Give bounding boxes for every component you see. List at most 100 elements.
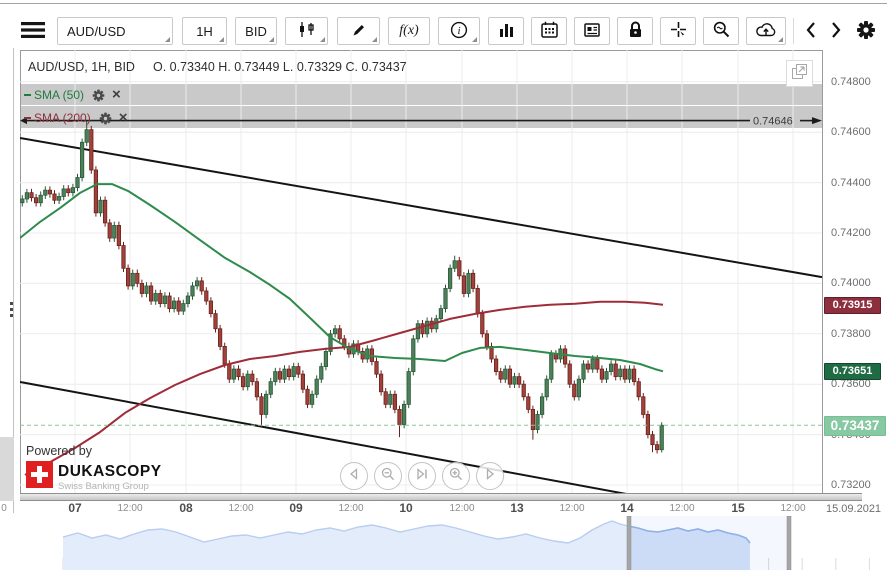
calendar-icon <box>540 21 558 41</box>
candlestick-chart-icon <box>298 21 316 41</box>
external-link-icon <box>790 62 809 86</box>
skip-end-icon <box>416 467 429 485</box>
zoom-out-small-button[interactable] <box>374 462 402 490</box>
time-tick: 0 <box>1 503 7 514</box>
time-tick: 12:00 <box>338 503 364 514</box>
price-tick: 0.74000 <box>831 277 871 290</box>
time-tick: 12:00 <box>117 503 143 514</box>
dukascopy-subtitle: Swiss Banking Group <box>58 481 149 492</box>
horizontal-price-line[interactable]: 0.74646 <box>20 116 822 128</box>
draw-tools-button[interactable] <box>337 17 380 45</box>
triangle-left-icon <box>348 467 360 485</box>
sma50-line-sample <box>24 94 31 96</box>
cloud-save-button[interactable] <box>746 17 786 45</box>
trading-chart-window: AUD/USD 1H BID f(x) i 0.74646 AUD/USD, 1… <box>0 0 887 570</box>
zoom-in-small-button[interactable] <box>442 462 470 490</box>
sma200-label: SMA (200) <box>34 111 91 125</box>
sma50-line[interactable] <box>20 183 664 373</box>
crosshair-button[interactable] <box>660 17 696 45</box>
time-tick: 13 <box>510 501 524 515</box>
time-tick: 08 <box>179 501 193 515</box>
news-button[interactable] <box>574 17 610 45</box>
instrument-selector[interactable]: AUD/USD <box>57 17 173 45</box>
price-chart-canvas[interactable]: 0.74646 <box>20 50 823 494</box>
instrument-label: AUD/USD <box>67 23 126 39</box>
sma200-remove-icon[interactable]: × <box>119 110 128 125</box>
powered-by-text: Powered by <box>26 444 93 458</box>
side-panel-footer <box>0 437 14 501</box>
chart-header-ohlc: O. 0.73340 H. 0.73449 L. 0.73329 C. 0.73… <box>152 60 407 74</box>
time-tick: 09 <box>289 501 303 515</box>
time-axis[interactable]: 0 07 12:00 08 12:00 09 12:00 10 12:00 13 12:00 14 12… <box>0 502 887 515</box>
scroll-forward-button[interactable] <box>824 17 848 45</box>
detach-chart-button[interactable] <box>786 60 813 87</box>
scroll-back-button[interactable] <box>799 17 823 45</box>
window-top-divider <box>0 3 887 4</box>
price-side-selector[interactable]: BID <box>235 17 277 45</box>
hamburger-icon <box>21 21 45 41</box>
trendlines[interactable] <box>20 137 823 494</box>
dukascopy-brand: DUKASCOPY <box>58 463 162 480</box>
info-icon: i <box>450 21 468 42</box>
chart-header: AUD/USD, 1H, BID O. 0.73340 H. 0.73449 L.… <box>28 60 407 76</box>
svg-text:i: i <box>457 25 460 37</box>
skip-to-end-button[interactable] <box>408 462 436 490</box>
triangle-right-icon <box>484 467 496 485</box>
info-button[interactable]: i <box>438 17 480 45</box>
sma50-legend-row: SMA (50) × <box>24 85 121 105</box>
volume-bars-icon <box>499 23 514 40</box>
chevron-right-icon <box>830 21 842 42</box>
news-icon <box>584 22 600 40</box>
time-tick: 12:00 <box>780 503 806 514</box>
sma50-value-badge: 0.73651 <box>824 363 881 381</box>
calendar-button[interactable] <box>531 17 567 45</box>
pencil-icon <box>351 22 367 41</box>
magnifier-icon <box>713 21 730 41</box>
last-price-badge: 0.73437 <box>824 415 886 436</box>
timeframe-selector[interactable]: 1H <box>182 17 227 45</box>
sma50-remove-icon[interactable]: × <box>112 87 121 102</box>
navigator-right-handle[interactable] <box>786 516 792 570</box>
function-icon: f(x) <box>399 23 419 38</box>
menu-button[interactable] <box>18 17 48 45</box>
toolbar: AUD/USD 1H BID f(x) i <box>0 12 887 48</box>
sma50-settings-gear-icon[interactable] <box>92 89 105 102</box>
crosshair-icon <box>670 21 687 41</box>
zoom-out-button[interactable] <box>703 17 739 45</box>
price-tick: 0.73200 <box>831 479 871 491</box>
horizontal-scrollbar[interactable] <box>20 493 862 501</box>
formula-button[interactable]: f(x) <box>388 17 430 45</box>
candles <box>20 120 664 454</box>
sma200-settings-gear-icon[interactable] <box>99 112 112 125</box>
panel-resize-handle[interactable] <box>10 302 16 320</box>
lock-icon <box>628 21 643 41</box>
price-tick: 0.74200 <box>831 227 871 239</box>
time-tick: 12:00 <box>228 503 254 514</box>
powered-by-block: Powered by DUKASCOPY Swiss Banking Group <box>26 444 162 492</box>
settings-button[interactable] <box>851 17 881 45</box>
sma50-label: SMA (50) <box>34 88 85 102</box>
volume-button[interactable] <box>488 17 524 45</box>
gear-icon <box>856 20 876 43</box>
time-tick: 12:00 <box>559 503 585 514</box>
step-back-button[interactable] <box>340 462 368 490</box>
magnifier-minus-icon <box>381 467 395 486</box>
price-axis[interactable]: 0.74800 0.74600 0.74400 0.74200 0.74000 0.738… <box>823 48 887 515</box>
play-button[interactable] <box>476 462 504 490</box>
time-tick: 12:00 <box>669 503 695 514</box>
dukascopy-swiss-logo <box>26 461 53 488</box>
chart-header-instrument: AUD/USD, 1H, BID <box>28 60 135 74</box>
toolbar-separator <box>793 18 794 44</box>
navigator-left-handle[interactable] <box>626 516 632 570</box>
time-tick: 07 <box>68 501 82 515</box>
chart-type-button[interactable] <box>285 17 328 45</box>
price-tick: 0.74800 <box>831 75 871 88</box>
price-side-label: BID <box>245 23 267 39</box>
gridlines <box>20 50 822 493</box>
playback-controls <box>340 462 504 490</box>
overview-navigator[interactable] <box>0 516 887 570</box>
lock-button[interactable] <box>617 17 653 45</box>
magnifier-plus-icon <box>449 467 463 486</box>
sma200-legend-row: SMA (200) × <box>24 108 127 128</box>
price-tick: 0.74400 <box>831 176 871 189</box>
